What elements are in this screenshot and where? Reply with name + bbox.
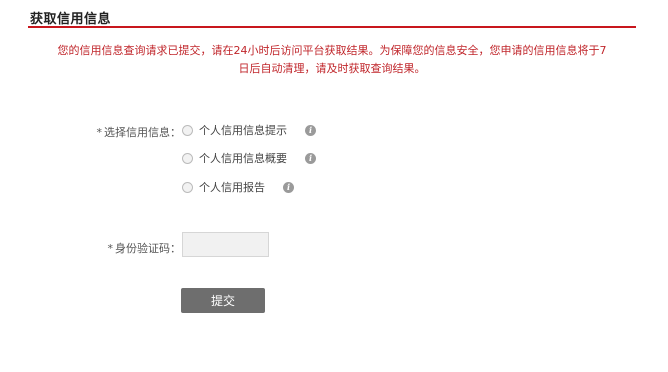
- option-credit-info-summary[interactable]: 个人信用信息概要 i: [182, 150, 316, 166]
- title-divider: [28, 26, 636, 28]
- notice-line-2: 日后自动清理，请及时获取查询结果。: [238, 62, 426, 75]
- option-credit-info-hint[interactable]: 个人信用信息提示 i: [182, 122, 316, 138]
- notice-message: 您的信用信息查询请求已提交，请在24小时后访问平台获取结果。为保障您的信息安全，…: [30, 42, 634, 78]
- radio-credit-info-summary[interactable]: [182, 152, 193, 164]
- credit-info-page: 获取信用信息 您的信用信息查询请求已提交，请在24小时后访问平台获取结果。为保障…: [0, 0, 668, 372]
- info-icon[interactable]: i: [305, 152, 316, 164]
- info-icon[interactable]: i: [283, 181, 294, 193]
- notice-line-1: 您的信用信息查询请求已提交，请在24小时后访问平台获取结果。为保障您的信息安全，…: [57, 44, 607, 57]
- radio-credit-info-hint[interactable]: [182, 124, 193, 136]
- verification-code-input[interactable]: [182, 232, 269, 257]
- credit-info-label-text: 选择信用信息：: [104, 126, 181, 139]
- required-mark: *: [107, 242, 114, 255]
- required-mark: *: [96, 126, 103, 139]
- option-credit-report[interactable]: 个人信用报告 i: [182, 179, 294, 195]
- option-label: 个人信用信息概要: [199, 152, 287, 165]
- verification-code-label-text: 身份验证码：: [115, 242, 181, 255]
- option-label: 个人信用信息提示: [199, 124, 287, 137]
- credit-info-label: * 选择信用信息：: [97, 124, 182, 140]
- verification-code-label: * 身份验证码：: [108, 240, 182, 256]
- option-label: 个人信用报告: [199, 181, 265, 194]
- submit-button[interactable]: 提交: [181, 288, 265, 313]
- info-icon[interactable]: i: [305, 124, 316, 136]
- page-title: 获取信用信息: [30, 12, 112, 27]
- radio-credit-report[interactable]: [182, 181, 193, 193]
